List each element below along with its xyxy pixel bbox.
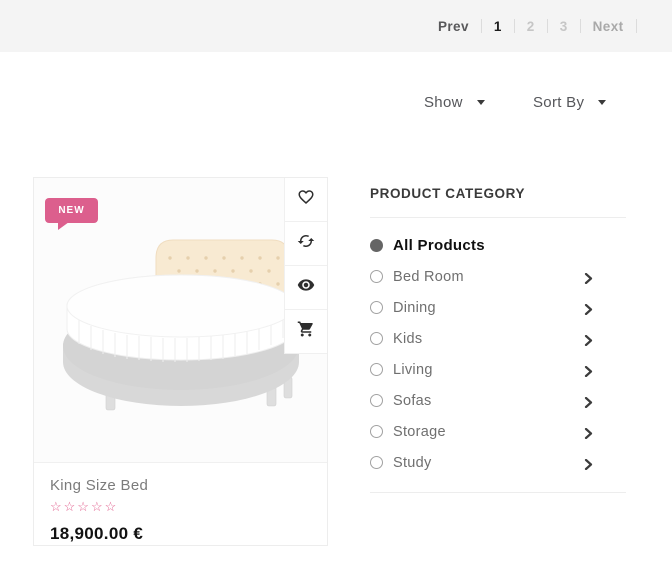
radio-icon[interactable] [370, 270, 383, 283]
category-label: Sofas [393, 393, 432, 409]
product-image-area[interactable]: NEW [34, 178, 327, 463]
category-item-sofas[interactable]: Sofas [370, 385, 626, 416]
chevron-right-icon[interactable] [583, 271, 594, 289]
new-badge: NEW [45, 198, 98, 223]
product-name[interactable]: King Size Bed [50, 477, 311, 494]
add-to-cart-button[interactable] [284, 310, 327, 354]
category-item-study[interactable]: Study [370, 447, 626, 478]
category-item-storage[interactable]: Storage [370, 416, 626, 447]
new-badge-label: NEW [58, 205, 84, 216]
quick-view-button[interactable] [284, 266, 327, 310]
heart-icon [297, 188, 315, 211]
divider [370, 217, 626, 218]
compare-button[interactable] [284, 222, 327, 266]
chevron-down-icon [477, 100, 485, 105]
top-bar: Prev 1 2 3 Next [0, 0, 672, 52]
pagination-divider [547, 19, 548, 33]
show-dropdown-label: Show [424, 94, 463, 111]
pagination-page-3[interactable]: 3 [560, 19, 568, 34]
category-label: Kids [393, 331, 422, 347]
product-rating-stars: ☆☆☆☆☆ [50, 499, 311, 515]
radio-icon[interactable] [370, 332, 383, 345]
cart-icon [297, 320, 315, 343]
product-info: King Size Bed ☆☆☆☆☆ 18,900.00 € [34, 463, 327, 544]
pagination: Prev 1 2 3 Next [438, 0, 637, 52]
category-label: Living [393, 362, 433, 378]
category-item-dining[interactable]: Dining [370, 292, 626, 323]
eye-icon [297, 276, 315, 299]
chevron-right-icon[interactable] [583, 426, 594, 444]
category-label: Dining [393, 300, 436, 316]
product-card[interactable]: NEW [33, 177, 328, 546]
pagination-divider [514, 19, 515, 33]
pagination-divider [580, 19, 581, 33]
sort-by-dropdown-label: Sort By [533, 94, 584, 111]
category-item-living[interactable]: Living [370, 354, 626, 385]
chevron-right-icon[interactable] [583, 333, 594, 351]
radio-icon[interactable] [370, 363, 383, 376]
category-list: All Products Bed Room Dining Kids Living… [370, 230, 626, 478]
divider [370, 492, 626, 493]
category-item-bed-room[interactable]: Bed Room [370, 261, 626, 292]
pagination-page-1[interactable]: 1 [494, 19, 502, 34]
radio-icon[interactable] [370, 425, 383, 438]
chevron-right-icon[interactable] [583, 395, 594, 413]
pagination-divider [481, 19, 482, 33]
category-item-kids[interactable]: Kids [370, 323, 626, 354]
pagination-prev-button[interactable]: Prev [438, 19, 469, 34]
chevron-down-icon [598, 100, 606, 105]
category-item-all-products[interactable]: All Products [370, 230, 626, 261]
chevron-right-icon[interactable] [583, 457, 594, 475]
radio-icon[interactable] [370, 394, 383, 407]
show-dropdown[interactable]: Show [424, 94, 485, 111]
category-sidebar-title: PRODUCT CATEGORY [370, 186, 626, 201]
pagination-page-2[interactable]: 2 [527, 19, 535, 34]
pagination-next-button[interactable]: Next [593, 19, 624, 34]
product-price: 18,900.00 € [50, 524, 311, 544]
radio-icon[interactable] [370, 301, 383, 314]
chevron-right-icon[interactable] [583, 364, 594, 382]
radio-icon[interactable] [370, 456, 383, 469]
chevron-right-icon[interactable] [583, 302, 594, 320]
category-label: All Products [393, 237, 485, 254]
pagination-divider [636, 19, 637, 33]
category-label: Storage [393, 424, 446, 440]
radio-selected-icon[interactable] [370, 239, 383, 252]
category-label: Study [393, 455, 432, 471]
sync-icon [297, 232, 315, 255]
wishlist-button[interactable] [284, 178, 327, 222]
sort-by-dropdown[interactable]: Sort By [533, 94, 606, 111]
category-label: Bed Room [393, 269, 464, 285]
product-action-stack [284, 178, 327, 354]
category-sidebar: PRODUCT CATEGORY All Products Bed Room D… [370, 186, 626, 493]
